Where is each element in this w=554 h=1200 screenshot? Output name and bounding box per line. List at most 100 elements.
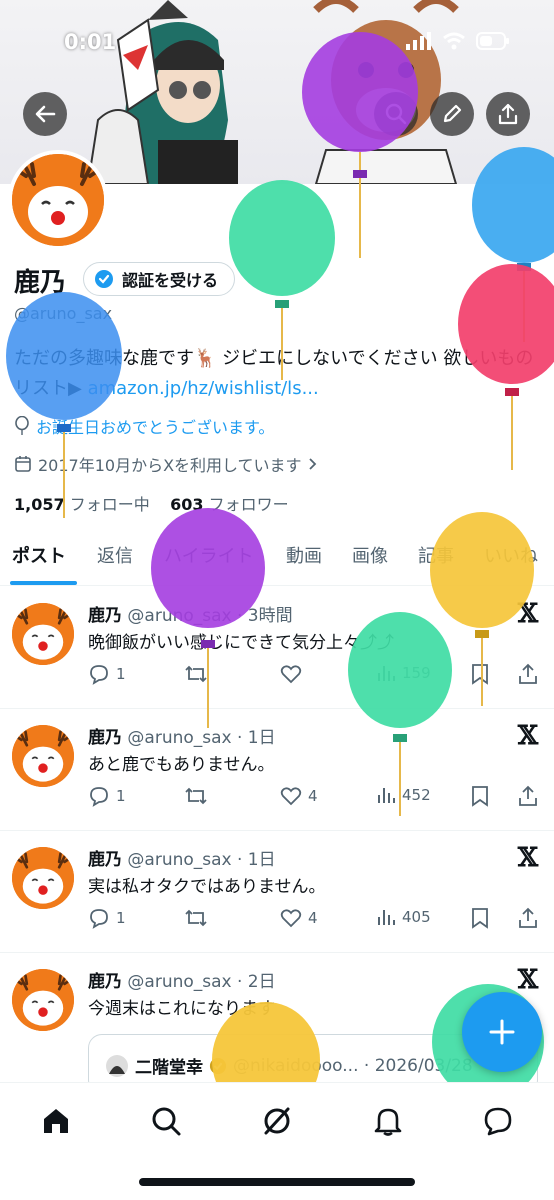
nav-home[interactable]: [36, 1101, 76, 1141]
nav-search[interactable]: [146, 1101, 186, 1141]
like-button[interactable]: 4: [280, 907, 318, 929]
grok-icon: [264, 1107, 290, 1135]
bookmark-button[interactable]: [471, 663, 489, 685]
like-button[interactable]: [280, 663, 308, 685]
x-logo-icon: 𝕏: [517, 599, 538, 629]
quoted-avatar: [106, 1054, 128, 1077]
bio-link[interactable]: amazon.jp/hz/wishlist/ls...: [88, 378, 319, 399]
share-post-button[interactable]: [518, 785, 538, 807]
nav-messages[interactable]: [478, 1101, 518, 1141]
share-post-button[interactable]: [518, 907, 538, 929]
repost-icon: [185, 909, 207, 927]
views-button[interactable]: 405: [376, 907, 431, 927]
views-icon: [378, 910, 395, 925]
verified-badge-icon: [209, 1057, 227, 1074]
post-avatar[interactable]: [12, 725, 74, 787]
tab-replies[interactable]: 返信: [97, 542, 133, 568]
battery-icon: [476, 32, 509, 50]
view-count: 452: [402, 786, 431, 804]
balloon-icon: [15, 416, 29, 435]
views-button[interactable]: 452: [376, 785, 431, 805]
share-post-button[interactable]: [518, 663, 538, 685]
tab-posts[interactable]: ポスト: [12, 542, 66, 568]
chevron-right-icon: [308, 458, 316, 470]
reply-icon: [90, 665, 108, 685]
arrow-left-icon: [35, 105, 56, 123]
joined-date-line[interactable]: 2017年10月からXを利用しています: [14, 452, 318, 476]
like-count: 4: [308, 787, 318, 805]
tab-images[interactable]: 画像: [352, 542, 388, 568]
following-link[interactable]: 1,057 フォロー中: [14, 495, 150, 514]
bookmark-button[interactable]: [471, 785, 489, 807]
nav-grok[interactable]: [257, 1101, 297, 1141]
post-item[interactable]: 鹿乃 @aruno_sax · 3時間 𝕏 晩御飯がいい感じにできて気分上々⤴︎…: [0, 587, 554, 709]
signal-icon: [406, 32, 431, 50]
followers-link[interactable]: 603 フォロワー: [170, 495, 289, 514]
repost-icon: [185, 665, 207, 683]
post-author-name: 鹿乃: [88, 606, 122, 626]
joined-text: 2017年10月からXを利用しています: [38, 456, 302, 475]
post-actions: 1 159: [88, 663, 544, 689]
bell-icon: [374, 1108, 402, 1136]
profile-display-name: 鹿乃: [14, 268, 67, 298]
reply-icon: [90, 787, 108, 807]
birthday-text: お誕生日おめでとうございます。: [36, 418, 275, 437]
search-icon: [152, 1107, 181, 1136]
views-icon: [378, 666, 395, 681]
get-verified-button[interactable]: 認証を受ける: [83, 262, 236, 296]
nav-notifications[interactable]: [368, 1101, 408, 1141]
views-button[interactable]: 159: [376, 663, 431, 683]
back-button[interactable]: [23, 92, 67, 136]
post-meta: @aruno_sax · 1日: [127, 728, 276, 748]
tab-highlights[interactable]: ハイライト: [164, 542, 254, 568]
post-item[interactable]: 鹿乃 @aruno_sax · 1日 𝕏 あと鹿でもありません。 1 4 452: [0, 709, 554, 831]
reply-icon: [90, 909, 108, 929]
profile-avatar[interactable]: [8, 150, 108, 250]
reply-button[interactable]: 1: [88, 785, 126, 807]
home-indicator: [139, 1178, 415, 1186]
repost-button[interactable]: [184, 785, 208, 807]
view-count: 405: [402, 908, 431, 926]
heart-icon: [280, 787, 302, 806]
compose-post-button[interactable]: [462, 992, 542, 1072]
calendar-icon: [15, 456, 31, 472]
profile-tabs: ポスト 返信 ハイライト 動画 画像 記事 いいね: [0, 530, 554, 586]
deer-avatar-icon: [12, 603, 74, 665]
active-tab-indicator: [10, 581, 77, 585]
view-count: 159: [402, 664, 431, 682]
tab-videos[interactable]: 動画: [286, 542, 322, 568]
edit-profile-button[interactable]: [430, 92, 474, 136]
balloon: [6, 292, 122, 518]
post-avatar[interactable]: [12, 847, 74, 909]
tab-articles[interactable]: 記事: [418, 542, 454, 568]
post-item[interactable]: 鹿乃 @aruno_sax · 1日 𝕏 実は私オタクではありません。 1 4 …: [0, 831, 554, 953]
bookmark-button[interactable]: [471, 907, 489, 929]
bookmark-icon: [472, 664, 488, 685]
search-icon: [385, 103, 407, 125]
post-meta: @aruno_sax · 2日: [127, 972, 276, 992]
verified-badge-icon: [95, 270, 113, 288]
reply-button[interactable]: 1: [88, 907, 126, 929]
x-logo-icon: 𝕏: [517, 843, 538, 873]
tab-likes[interactable]: いいね: [484, 542, 538, 568]
like-button[interactable]: 4: [280, 785, 318, 807]
quoted-meta: @nikaidoooo... · 2026/03/28: [233, 1055, 473, 1076]
following-count: 1,057: [14, 495, 65, 514]
post-avatar[interactable]: [12, 603, 74, 665]
repost-button[interactable]: [184, 907, 208, 929]
followers-label: フォロワー: [208, 495, 289, 514]
reply-button[interactable]: 1: [88, 663, 126, 685]
post-text: あと鹿でもありません。: [88, 755, 275, 775]
reply-count: 1: [116, 665, 126, 683]
share-button[interactable]: [486, 92, 530, 136]
like-count: 4: [308, 909, 318, 927]
search-profile-button[interactable]: [374, 92, 418, 136]
deer-avatar-icon: [12, 847, 74, 909]
pencil-icon: [443, 104, 462, 123]
repost-button[interactable]: [184, 663, 208, 685]
post-author-name: 鹿乃: [88, 972, 122, 992]
post-avatar[interactable]: [12, 969, 74, 1031]
x-logo-icon: 𝕏: [517, 965, 538, 995]
get-verified-label: 認証を受ける: [122, 271, 219, 290]
views-icon: [378, 788, 395, 803]
